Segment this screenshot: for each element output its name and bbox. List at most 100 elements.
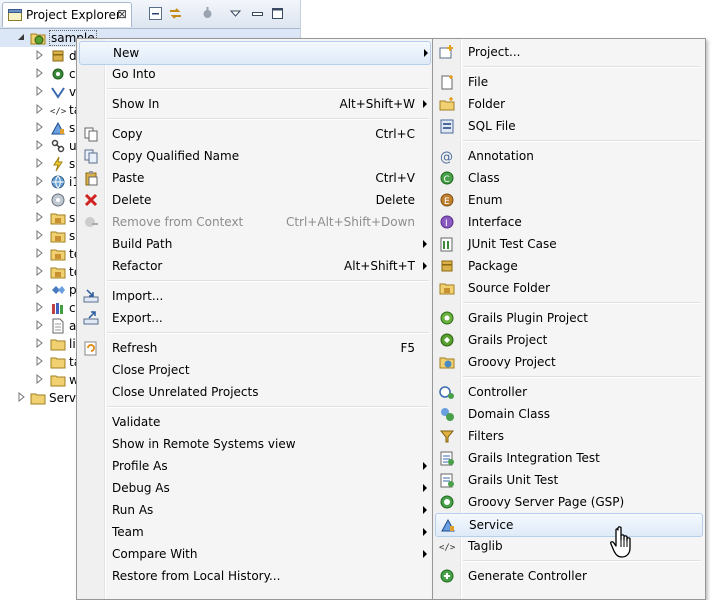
menu-item-export[interactable]: Export... bbox=[79, 307, 429, 329]
filters-icon[interactable] bbox=[200, 6, 215, 21]
menu-item-filters[interactable]: Filters bbox=[435, 425, 701, 447]
menu-item-new[interactable]: New bbox=[79, 41, 431, 65]
tree-item[interactable]: v bbox=[0, 83, 78, 101]
menu-item-package[interactable]: Package bbox=[435, 255, 701, 277]
menu-item-validate[interactable]: Validate bbox=[79, 411, 429, 433]
menu-item-build-path[interactable]: Build Path bbox=[79, 233, 429, 255]
collapsed-arrow-icon[interactable] bbox=[34, 122, 44, 132]
menu-item-copy[interactable]: Copy Ctrl+C bbox=[79, 123, 429, 145]
collapsed-arrow-icon[interactable] bbox=[34, 374, 44, 384]
tree-item[interactable]: c bbox=[0, 191, 78, 209]
tree-item[interactable]: s bbox=[0, 119, 78, 137]
menu-item-folder[interactable]: Folder bbox=[435, 93, 701, 115]
menu-item-show-in-remote-systems-view[interactable]: Show in Remote Systems view bbox=[79, 433, 429, 455]
collapsed-arrow-icon[interactable] bbox=[34, 194, 44, 204]
collapsed-arrow-icon[interactable] bbox=[34, 338, 44, 348]
expanded-arrow-icon[interactable] bbox=[16, 32, 26, 42]
menu-item-interface[interactable]: I Interface bbox=[435, 211, 701, 233]
menu-item-class[interactable]: C Class bbox=[435, 167, 701, 189]
menu-item-taglib[interactable]: </> Taglib bbox=[435, 535, 701, 557]
menu-item-show-in[interactable]: Show In Alt+Shift+W bbox=[79, 93, 429, 115]
menu-item-profile-as[interactable]: Profile As bbox=[79, 455, 429, 477]
collapsed-arrow-icon[interactable] bbox=[34, 50, 44, 60]
tree-item[interactable]: u bbox=[0, 137, 78, 155]
menu-item-grails-project[interactable]: Grails Project bbox=[435, 329, 701, 351]
menu-item-grails-integration-test[interactable]: Grails Integration Test bbox=[435, 447, 701, 469]
close-icon[interactable]: ⊠ bbox=[117, 7, 127, 21]
tree-item[interactable]: i1 bbox=[0, 173, 80, 191]
tree-item[interactable]: w bbox=[0, 371, 79, 389]
tab-project-explorer[interactable]: Project Explorer ⊠ bbox=[2, 2, 132, 27]
tree-item[interactable]: te bbox=[0, 263, 81, 281]
menu-item-junit-test-case[interactable]: JUnit Test Case bbox=[435, 233, 701, 255]
menu-item-close-unrelated-projects[interactable]: Close Unrelated Projects bbox=[79, 381, 429, 403]
tree-item[interactable]: s bbox=[0, 227, 78, 245]
menu-item-annotation[interactable]: @ Annotation bbox=[435, 145, 701, 167]
tree-item[interactable]: s bbox=[0, 209, 78, 227]
menu-separator bbox=[463, 140, 701, 142]
collapsed-arrow-icon[interactable] bbox=[34, 248, 44, 258]
menu-item-label: Copy Qualified Name bbox=[112, 149, 240, 163]
copy-qualified-icon bbox=[84, 149, 98, 164]
maximize-icon[interactable] bbox=[270, 6, 285, 21]
tree-item[interactable]: s bbox=[0, 155, 78, 173]
menu-item-label: Grails Integration Test bbox=[468, 451, 600, 465]
collapsed-arrow-icon[interactable] bbox=[34, 212, 44, 222]
menu-item-paste[interactable]: Paste Ctrl+V bbox=[79, 167, 429, 189]
tree-item[interactable]: te bbox=[0, 245, 81, 263]
menu-item-go-into[interactable]: Go Into bbox=[79, 63, 429, 85]
menu-item-grails-plugin-project[interactable]: Grails Plugin Project bbox=[435, 307, 701, 329]
tree-item[interactable]: c bbox=[0, 65, 78, 83]
collapsed-arrow-icon[interactable] bbox=[34, 266, 44, 276]
collapsed-arrow-icon[interactable] bbox=[34, 356, 44, 366]
menu-item-refresh[interactable]: Refresh F5 bbox=[79, 337, 429, 359]
collapsed-arrow-icon[interactable] bbox=[34, 158, 44, 168]
menu-item-source-folder[interactable]: Source Folder bbox=[435, 277, 701, 299]
menu-item-groovy-server-page-gsp[interactable]: Groovy Server Page (GSP) bbox=[435, 491, 701, 513]
tree-item[interactable]: a bbox=[0, 317, 78, 335]
menu-item-run-as[interactable]: Run As bbox=[79, 499, 429, 521]
menu-item-copy-qualified-name[interactable]: Copy Qualified Name bbox=[79, 145, 429, 167]
tree-item[interactable]: p bbox=[0, 281, 78, 299]
menu-item-refactor[interactable]: Refactor Alt+Shift+T bbox=[79, 255, 429, 277]
menu-item-groovy-project[interactable]: Groovy Project bbox=[435, 351, 701, 373]
collapse-all-icon[interactable] bbox=[148, 6, 163, 21]
menu-item-enum[interactable]: E Enum bbox=[435, 189, 701, 211]
tree-item[interactable]: </>ta bbox=[0, 101, 81, 119]
menu-item-controller[interactable]: Controller bbox=[435, 381, 701, 403]
link-with-editor-icon[interactable] bbox=[168, 6, 183, 21]
menu-item-delete[interactable]: Delete Delete bbox=[79, 189, 429, 211]
menu-item-restore-from-local-history[interactable]: Restore from Local History... bbox=[79, 565, 429, 587]
collapsed-arrow-icon[interactable] bbox=[34, 230, 44, 240]
menu-item-remove-from-context[interactable]: Remove from Context Ctrl+Alt+Shift+Down bbox=[79, 211, 429, 233]
view-menu-icon[interactable] bbox=[228, 6, 243, 21]
tree-item[interactable]: d bbox=[0, 47, 78, 65]
menu-item-close-project[interactable]: Close Project bbox=[79, 359, 429, 381]
tree-item[interactable]: c bbox=[0, 299, 78, 317]
menu-item-service[interactable]: Service bbox=[435, 513, 703, 537]
menu-item-generate-controller[interactable]: Generate Controller bbox=[435, 565, 701, 587]
menu-item-file[interactable]: File bbox=[435, 71, 701, 93]
collapsed-arrow-icon[interactable] bbox=[34, 284, 44, 294]
tree-item[interactable]: ta bbox=[0, 353, 81, 371]
collapsed-arrow-icon[interactable] bbox=[34, 104, 44, 114]
menu-item-debug-as[interactable]: Debug As bbox=[79, 477, 429, 499]
minimize-icon[interactable] bbox=[250, 6, 265, 21]
menu-item-import[interactable]: Import... bbox=[79, 285, 429, 307]
menu-item-team[interactable]: Team bbox=[79, 521, 429, 543]
collapsed-arrow-icon[interactable] bbox=[34, 320, 44, 330]
collapsed-arrow-icon[interactable] bbox=[34, 140, 44, 150]
tree-item-servers[interactable]: Serve bbox=[0, 389, 83, 407]
menu-item-sql-file[interactable]: SQL File bbox=[435, 115, 701, 137]
menu-item-compare-with[interactable]: Compare With bbox=[79, 543, 429, 565]
collapsed-arrow-icon[interactable] bbox=[34, 86, 44, 96]
tree-item[interactable]: li bbox=[0, 335, 78, 353]
menu-item-domain-class[interactable]: Domain Class bbox=[435, 403, 701, 425]
domain-class-icon bbox=[441, 408, 454, 421]
menu-item-project[interactable]: Project... bbox=[435, 41, 701, 63]
collapsed-arrow-icon[interactable] bbox=[34, 176, 44, 186]
collapsed-arrow-icon[interactable] bbox=[16, 392, 26, 402]
collapsed-arrow-icon[interactable] bbox=[34, 302, 44, 312]
menu-item-grails-unit-test[interactable]: Grails Unit Test bbox=[435, 469, 701, 491]
collapsed-arrow-icon[interactable] bbox=[34, 68, 44, 78]
